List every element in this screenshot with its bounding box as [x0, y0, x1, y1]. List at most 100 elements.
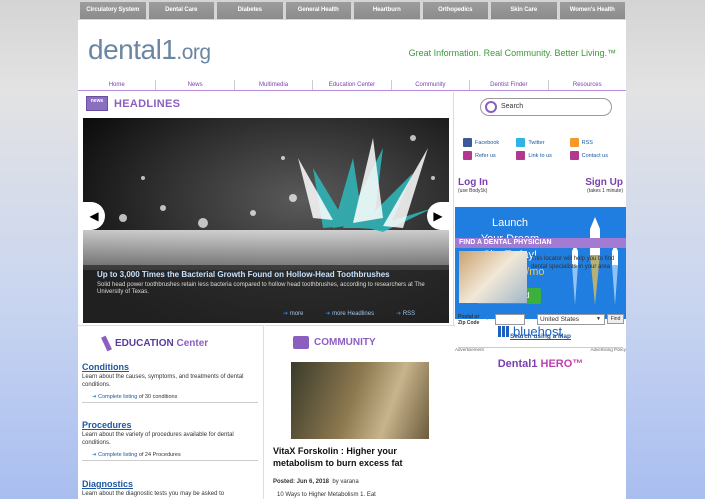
rss-feed-link[interactable]: RSS [569, 138, 623, 147]
slide-text: Solid head power toothbrushes retain les… [97, 282, 425, 295]
signup-title: Sign Up [585, 177, 623, 188]
community-photo[interactable] [291, 362, 429, 439]
page: dental1.org Great Information. Real Comm… [78, 20, 626, 499]
rss-icon [569, 138, 579, 147]
nav-dentist-finder[interactable]: Dentist Finder [469, 80, 547, 90]
login-link[interactable]: Log In (use Body1k) [458, 177, 488, 194]
nav-womens-health[interactable]: Women's Health [559, 2, 625, 19]
more-headlines-link[interactable]: ➜ more Headlines [325, 310, 374, 317]
chevron-down-icon: ▼ [596, 316, 601, 322]
tagline: Great Information. Real Community. Bette… [408, 48, 616, 58]
conditions-listing-link[interactable]: Complete listing [98, 394, 137, 400]
postal-label: Postal or Zip Code [458, 314, 480, 326]
search-map-link[interactable]: Search using a Map [455, 333, 626, 340]
community-post-title[interactable]: VitaX Forskolin : Higher your metabolism… [273, 445, 445, 469]
nav-multimedia[interactable]: Multimedia [233, 80, 312, 90]
right-sidebar: Search Facebook Twitter RSS Refer us Lin… [455, 92, 626, 499]
nav-skin-care[interactable]: Skin Care [491, 2, 557, 19]
conditions-desc: Learn about the causes, symptoms, and tr… [82, 374, 244, 388]
slide-title[interactable]: Up to 3,000 Times the Bacterial Growth F… [97, 270, 435, 279]
find-physician-heading: FIND A DENTAL PHYSICIAN [455, 238, 626, 248]
country-value: United States [540, 316, 580, 323]
mail-icon [569, 151, 579, 160]
country-select[interactable]: United States ▼ [537, 314, 605, 325]
procedures-block: Procedures Learn about the variety of pr… [82, 420, 258, 461]
contact-us-link[interactable]: Contact us [569, 151, 623, 160]
nav-news[interactable]: News [155, 80, 233, 90]
hero-name: Dental1 [497, 358, 538, 370]
nav-community[interactable]: Community [390, 80, 469, 90]
dentist-photo [459, 251, 527, 303]
community-section: COMMUNITY VitaX Forskolin : Higher your … [265, 325, 455, 499]
nav-education-center[interactable]: Education Center [312, 80, 390, 90]
procedures-listing-link[interactable]: Complete listing [98, 452, 137, 458]
procedures-listing: ➜ Complete listing of 24 Procedures [82, 452, 258, 461]
hero-heading[interactable]: Dental1 HERO™ [455, 358, 626, 370]
more-link[interactable]: ➜ more [283, 310, 303, 317]
facebook-link[interactable]: Facebook [463, 138, 516, 147]
more-arrow-icon: ➜ [283, 311, 289, 317]
postal-code-input[interactable] [495, 314, 525, 325]
community-post-meta: Posted: Jun 6, 2018 by varana [273, 479, 359, 485]
postal-arrow-icon: ➜ [483, 313, 490, 322]
diagnostics-block: Diagnostics Learn about the diagnostic t… [82, 479, 258, 498]
refer-us-link[interactable]: Refer us [463, 151, 516, 160]
link-to-us-link[interactable]: Link to us [516, 151, 569, 160]
community-header: COMMUNITY [293, 336, 376, 349]
find-physician-text: This locator will help you to find denta… [531, 256, 615, 270]
more-headlines-text: more Headlines [332, 311, 375, 317]
rss-link-text: RSS [402, 311, 416, 317]
link-icon [516, 151, 526, 160]
site-logo[interactable]: dental1.org [88, 34, 211, 66]
education-title: EDUCATION Center [115, 338, 208, 349]
refer-label: Refer us [475, 152, 496, 159]
facebook-icon [463, 138, 472, 147]
nav-resources[interactable]: Resources [547, 80, 626, 90]
rss-arrow-icon: ➜ [396, 311, 402, 317]
more-link-text: more [289, 311, 304, 317]
community-post-excerpt: 10 Ways to Higher Metabolism 1. Eat [277, 492, 376, 498]
slide-caption: Up to 3,000 Times the Bacterial Growth F… [83, 265, 449, 323]
conditions-listing: ➜ Complete listing of 30 conditions [82, 394, 258, 403]
news-icon: news [86, 96, 108, 111]
nav-circulatory-system[interactable]: Circulatory System [80, 2, 146, 19]
headlines-section: news HEADLINES ◀ ▶ Up to 3,000 Times the… [78, 92, 454, 325]
signup-note: (takes 1 minute) [587, 188, 623, 194]
signup-link[interactable]: Sign Up (takes 1 minute) [585, 177, 623, 194]
rss-label: RSS [581, 139, 593, 146]
hero-label: HERO™ [540, 358, 584, 370]
headlines-title: HEADLINES [114, 97, 181, 110]
logo-name: dental1 [88, 34, 177, 65]
diagnostics-link[interactable]: Diagnostics [82, 479, 258, 489]
twitter-icon [516, 138, 526, 147]
nav-dental-care[interactable]: Dental Care [148, 2, 214, 19]
twitter-link[interactable]: Twitter [516, 138, 569, 147]
conditions-link[interactable]: Conditions [82, 362, 258, 372]
post-date: Posted: Jun 6, 2018 [273, 479, 330, 485]
refer-icon [463, 151, 472, 160]
post-author: by varana [332, 479, 359, 485]
community-icon [293, 336, 309, 349]
slide-next-button[interactable]: ▶ [427, 202, 449, 230]
search-input[interactable]: Search [480, 98, 612, 116]
rss-link[interactable]: ➜ RSS [396, 310, 415, 317]
nav-home[interactable]: Home [78, 80, 155, 90]
procedures-link[interactable]: Procedures [82, 420, 258, 430]
nav-orthopedics[interactable]: Orthopedics [422, 2, 488, 19]
twitter-label: Twitter [528, 139, 545, 146]
logo-org: .org [176, 41, 211, 64]
nav-heartburn[interactable]: Heartburn [354, 2, 420, 19]
conditions-block: Conditions Learn about the causes, sympt… [82, 362, 258, 403]
education-header: EDUCATION Center [101, 335, 208, 352]
diagnostics-desc: Learn about the diagnostic tests you may… [82, 491, 225, 497]
find-button[interactable]: Find [607, 314, 624, 324]
search-icon [485, 101, 497, 113]
procedures-arrow-icon: ➜ [92, 452, 97, 458]
headline-slideshow[interactable]: ◀ ▶ Up to 3,000 Times the Bacterial Grow… [83, 118, 449, 323]
main-nav: Home News Multimedia Education Center Co… [78, 80, 626, 91]
divider [458, 347, 623, 348]
more-headlines-arrow-icon: ➜ [325, 311, 331, 317]
nav-general-health[interactable]: General Health [285, 2, 351, 19]
education-title-main: EDUCATION [115, 338, 174, 349]
nav-diabetes[interactable]: Diabetes [217, 2, 283, 19]
